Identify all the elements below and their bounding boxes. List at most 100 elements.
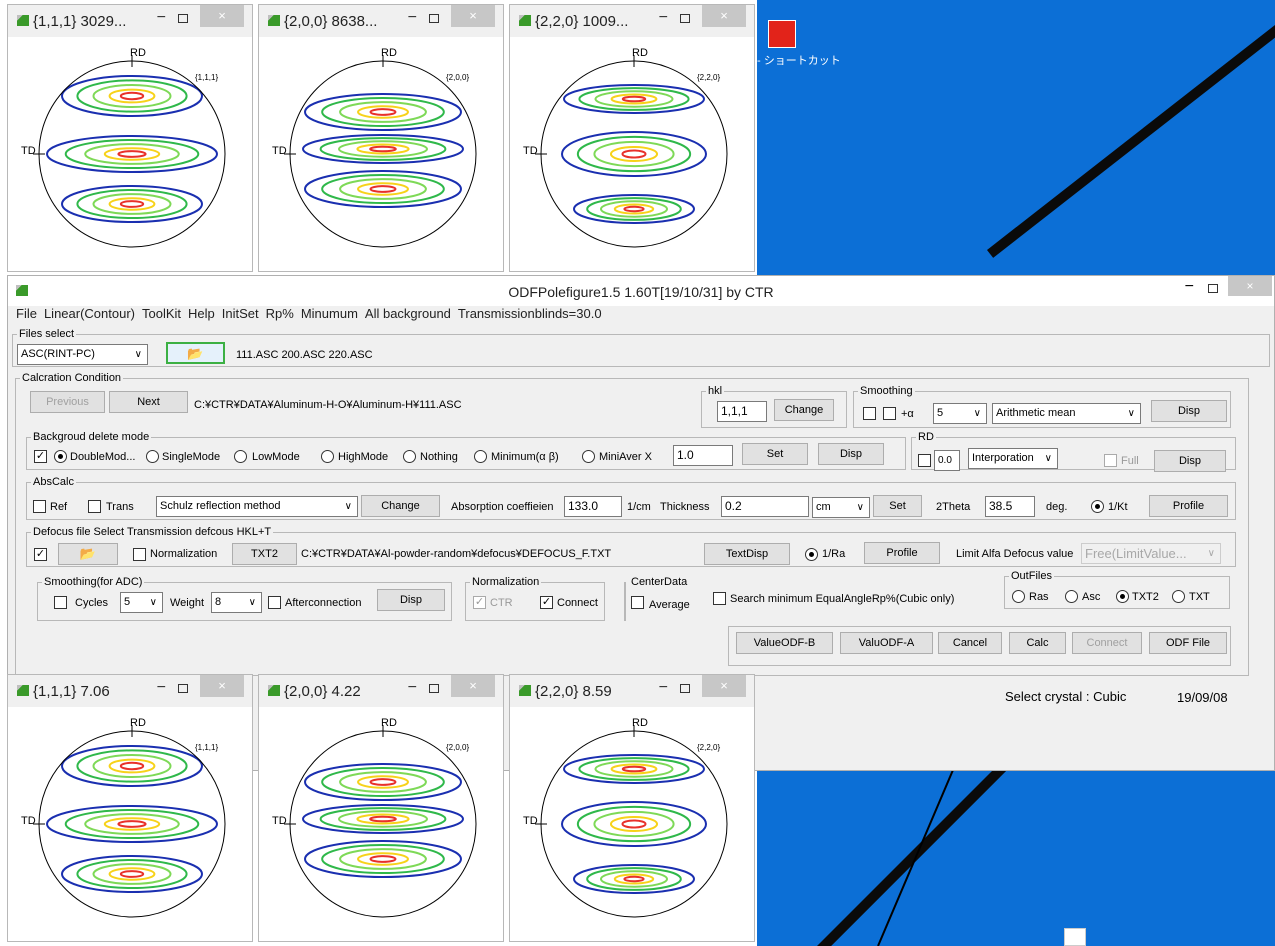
abs-set-button[interactable]: Set (873, 495, 922, 517)
alpha-checkbox[interactable] (883, 407, 896, 420)
ctr-checkbox[interactable]: ✓ (473, 596, 486, 609)
menu-rp[interactable]: Rp% (266, 306, 294, 325)
rd-checkbox[interactable] (918, 454, 931, 467)
menu-initset[interactable]: InitSet (222, 306, 259, 325)
radio-miniaver[interactable] (582, 450, 595, 463)
cycles-select[interactable]: 5 (120, 592, 163, 613)
minimize-button[interactable]: − (157, 679, 166, 697)
out-txt2-radio[interactable] (1116, 590, 1129, 603)
txt2-button[interactable]: TXT2 (232, 543, 297, 565)
maximize-button[interactable] (178, 14, 188, 23)
previous-button[interactable]: Previous (30, 391, 105, 413)
thickness-unit-select[interactable]: cm (812, 497, 870, 518)
ref-checkbox[interactable] (33, 500, 46, 513)
close-button[interactable]: × (702, 675, 746, 697)
average-checkbox[interactable] (631, 596, 644, 609)
adc-disp-button[interactable]: Disp (377, 589, 445, 611)
smoothing-method-select[interactable]: Arithmetic mean (992, 403, 1141, 424)
defocus-folder-button[interactable]: 📂 (58, 543, 118, 565)
odf-file-button[interactable]: ODF File (1149, 632, 1227, 654)
minimize-button[interactable]: − (157, 9, 166, 27)
radio-doublemode[interactable] (54, 450, 67, 463)
radio-nothing[interactable] (403, 450, 416, 463)
cancel-button[interactable]: Cancel (938, 632, 1002, 654)
kt-radio[interactable] (1091, 500, 1104, 513)
afterconnection-checkbox[interactable] (268, 596, 281, 609)
file-format-select[interactable]: ASC(RINT-PC) (17, 344, 148, 365)
normalization-checkbox[interactable] (133, 548, 146, 561)
open-folder-button[interactable]: 📂 (166, 342, 225, 364)
shortcut-label[interactable]: - ショートカット (757, 52, 841, 68)
close-button[interactable]: × (1228, 276, 1272, 296)
minimize-button[interactable]: − (659, 9, 668, 27)
theta-input[interactable]: 38.5 (985, 496, 1035, 517)
maximize-button[interactable] (680, 14, 690, 23)
minimize-button[interactable]: − (1185, 278, 1194, 296)
background-checkbox[interactable]: ✓ (34, 450, 47, 463)
rd-value-input[interactable]: 0.0 (934, 450, 960, 471)
radio-lowmode[interactable] (234, 450, 247, 463)
interpolation-select[interactable]: Interporation (968, 448, 1058, 469)
rd-disp-button[interactable]: Disp (1154, 450, 1226, 472)
close-button[interactable]: × (451, 5, 495, 27)
menu-linear-contour[interactable]: Linear(Contour) (44, 306, 135, 325)
menu-file[interactable]: File (16, 306, 37, 325)
menu-help[interactable]: Help (188, 306, 215, 325)
background-value-input[interactable]: 1.0 (673, 445, 733, 466)
out-txt-radio[interactable] (1172, 590, 1185, 603)
next-button[interactable]: Next (109, 391, 188, 413)
smoothing-checkbox[interactable] (863, 407, 876, 420)
defocus-checkbox[interactable]: ✓ (34, 548, 47, 561)
maximize-button[interactable] (1208, 284, 1218, 293)
search-minimum-checkbox[interactable] (713, 592, 726, 605)
out-ras-radio[interactable] (1012, 590, 1025, 603)
contour-line (339, 771, 427, 793)
maximize-button[interactable] (429, 684, 439, 693)
maximize-button[interactable] (680, 684, 690, 693)
maximize-button[interactable] (178, 684, 188, 693)
defocus-profile-button[interactable]: Profile (864, 542, 940, 564)
maximize-button[interactable] (429, 14, 439, 23)
value-odf-a-button[interactable]: ValuODF-A (840, 632, 933, 654)
hkl-input[interactable]: 1,1,1 (717, 401, 767, 422)
minimize-button[interactable]: − (659, 679, 668, 697)
value-odf-b-button[interactable]: ValueODF-B (736, 632, 833, 654)
close-button[interactable]: × (200, 5, 244, 27)
textdisp-button[interactable]: TextDisp (704, 543, 790, 565)
connect-button[interactable]: Connect (1072, 632, 1142, 654)
thickness-input[interactable]: 0.2 (721, 496, 809, 517)
out-asc-radio[interactable] (1065, 590, 1078, 603)
contour-line (339, 178, 427, 200)
calc-button[interactable]: Calc (1009, 632, 1066, 654)
abs-profile-button[interactable]: Profile (1149, 495, 1228, 517)
close-button[interactable]: × (200, 675, 244, 697)
minimize-button[interactable]: − (408, 9, 417, 27)
connect-checkbox[interactable]: ✓ (540, 596, 553, 609)
cycles-checkbox[interactable] (54, 596, 67, 609)
weight-select[interactable]: 8 (211, 592, 262, 613)
absorption-input[interactable]: 133.0 (564, 496, 622, 517)
trans-checkbox[interactable] (88, 500, 101, 513)
abs-method-select[interactable]: Schulz reflection method (156, 496, 358, 517)
ra-radio[interactable] (805, 548, 818, 561)
hkl-change-button[interactable]: Change (774, 399, 834, 421)
full-checkbox[interactable] (1104, 454, 1117, 467)
abs-change-button[interactable]: Change (361, 495, 440, 517)
background-disp-button[interactable]: Disp (818, 443, 884, 465)
smoothing-disp-button[interactable]: Disp (1151, 400, 1227, 422)
smoothing-count-select[interactable]: 5 (933, 403, 987, 424)
shortcut-icon[interactable] (768, 20, 796, 48)
background-set-button[interactable]: Set (742, 443, 808, 465)
menu-all-background[interactable]: All background (365, 306, 451, 325)
close-button[interactable]: × (451, 675, 495, 697)
menu-transmission[interactable]: Transmissionblinds=30.0 (458, 306, 602, 325)
minimize-button[interactable]: − (408, 679, 417, 697)
menu-toolkit[interactable]: ToolKit (142, 306, 181, 325)
menu-minumum[interactable]: Minumum (301, 306, 358, 325)
radio-singlemode[interactable] (146, 450, 159, 463)
close-button[interactable]: × (702, 5, 746, 27)
radio-highmode[interactable] (321, 450, 334, 463)
limit-alfa-select[interactable]: Free(LimitValue... (1081, 543, 1221, 564)
pdf-file-icon[interactable] (1064, 928, 1086, 946)
radio-minimum[interactable] (474, 450, 487, 463)
